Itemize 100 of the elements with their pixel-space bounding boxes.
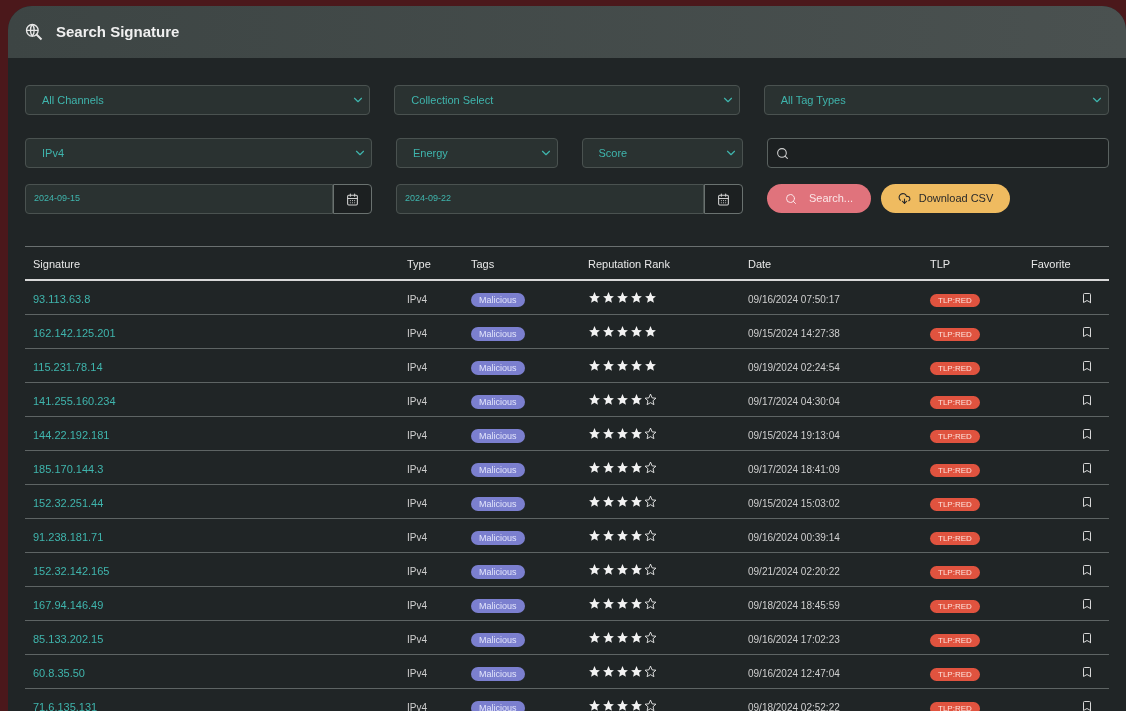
signature-link[interactable]: 71.6.135.131 <box>33 700 98 711</box>
bookmark-icon[interactable] <box>1081 461 1093 474</box>
filled-star-icon <box>630 359 643 372</box>
filled-star-icon <box>588 597 601 610</box>
bookmark-icon[interactable] <box>1081 291 1093 304</box>
signature-link[interactable]: 85.133.202.15 <box>33 632 104 645</box>
tlp-badge: TLP:RED <box>930 667 980 681</box>
date-cell: 09/15/2024 14:27:38 <box>748 327 840 339</box>
window-title: Search Signature <box>56 21 180 42</box>
bookmark-icon[interactable] <box>1081 393 1093 406</box>
tag-badge: Malicious <box>471 598 525 613</box>
bookmark-icon[interactable] <box>1081 495 1093 508</box>
tlp-badge: TLP:RED <box>930 327 980 341</box>
filled-star-icon <box>616 495 629 508</box>
filled-star-icon <box>602 597 615 610</box>
filled-star-icon <box>616 291 629 304</box>
dropdown-select[interactable]: Collection Select <box>394 85 740 115</box>
tag-badge: Malicious <box>471 632 525 647</box>
dropdown-select[interactable]: IPv4 <box>25 138 372 168</box>
filled-star-icon <box>616 631 629 644</box>
filled-star-icon <box>588 529 601 542</box>
filled-star-icon <box>602 631 615 644</box>
calendar-button[interactable] <box>704 184 743 214</box>
filled-star-icon <box>588 563 601 576</box>
tag-badge: Malicious <box>471 530 525 545</box>
filled-star-icon <box>602 461 615 474</box>
filled-star-icon <box>602 665 615 678</box>
filled-star-icon <box>588 393 601 406</box>
filled-star-icon <box>616 699 629 711</box>
signature-link[interactable]: 162.142.125.201 <box>33 326 116 339</box>
bookmark-icon[interactable] <box>1081 699 1093 711</box>
date-cell: 09/16/2024 17:02:23 <box>748 633 840 645</box>
signature-link[interactable]: 115.231.78.14 <box>33 360 103 373</box>
tag-badge: Malicious <box>471 666 525 681</box>
tlp-badge: TLP:RED <box>930 565 980 579</box>
filled-star-icon <box>616 427 629 440</box>
empty-star-icon <box>644 427 657 440</box>
filled-star-icon <box>602 427 615 440</box>
bookmark-icon[interactable] <box>1081 563 1093 576</box>
bookmark-icon[interactable] <box>1081 631 1093 644</box>
dropdown-select[interactable]: Score <box>581 138 743 168</box>
signature-link[interactable]: 152.32.251.44 <box>33 496 104 509</box>
date-field[interactable]: 2024-09-15 <box>25 184 333 214</box>
download-csv-button[interactable]: Download CSV <box>881 184 1010 213</box>
search-field[interactable] <box>767 138 1109 168</box>
filled-star-icon <box>630 699 643 711</box>
type-cell: IPv4 <box>407 429 427 441</box>
filled-star-icon <box>588 665 601 678</box>
filled-star-icon <box>630 597 643 610</box>
dropdown-select[interactable]: Energy <box>396 138 558 168</box>
type-cell: IPv4 <box>407 395 427 407</box>
dropdown-select[interactable]: All Channels <box>25 85 371 115</box>
filled-star-icon <box>602 529 615 542</box>
tlp-badge: TLP:RED <box>930 429 980 443</box>
tag-badge: Malicious <box>471 462 525 477</box>
signature-link[interactable]: 141.255.160.234 <box>33 394 116 407</box>
tag-badge: Malicious <box>471 394 525 409</box>
signature-link[interactable]: 91.238.181.71 <box>33 530 104 543</box>
signature-link[interactable]: 185.170.144.3 <box>33 462 104 475</box>
bookmark-icon[interactable] <box>1081 427 1093 440</box>
signature-link[interactable]: 152.32.142.165 <box>33 564 110 577</box>
filled-star-icon <box>630 563 643 576</box>
type-cell: IPv4 <box>407 327 427 339</box>
type-cell: IPv4 <box>407 633 427 645</box>
bookmark-icon[interactable] <box>1081 359 1093 372</box>
tag-badge: Malicious <box>471 496 525 511</box>
date-field[interactable]: 2024-09-22 <box>396 184 704 214</box>
type-cell: IPv4 <box>407 599 427 611</box>
signature-link[interactable]: 167.94.146.49 <box>33 598 104 611</box>
filled-star-icon <box>602 291 615 304</box>
filled-star-icon <box>630 325 643 338</box>
signature-link[interactable]: 60.8.35.50 <box>33 666 85 679</box>
empty-star-icon <box>644 495 657 508</box>
tlp-badge: TLP:RED <box>930 531 980 545</box>
empty-star-icon <box>644 461 657 474</box>
tag-badge: Malicious <box>471 292 525 307</box>
dropdown-select[interactable]: All Tag Types <box>763 85 1109 115</box>
bookmark-icon[interactable] <box>1081 665 1093 678</box>
bookmark-icon[interactable] <box>1081 325 1093 338</box>
signature-link[interactable]: 144.22.192.181 <box>33 428 110 441</box>
bookmark-icon[interactable] <box>1081 597 1093 610</box>
tlp-badge: TLP:RED <box>930 395 980 409</box>
filled-star-icon <box>588 461 601 474</box>
tag-badge: Malicious <box>471 326 525 341</box>
column-header: Signature <box>33 258 81 270</box>
calendar-icon <box>717 192 730 206</box>
tlp-badge: TLP:RED <box>930 463 980 477</box>
filled-star-icon <box>630 495 643 508</box>
tag-badge: Malicious <box>471 428 525 443</box>
filled-star-icon <box>588 699 601 711</box>
filled-star-icon <box>616 597 629 610</box>
bookmark-icon[interactable] <box>1081 529 1093 542</box>
signature-link[interactable]: 93.113.63.8 <box>33 292 91 305</box>
filled-star-icon <box>588 291 601 304</box>
type-cell: IPv4 <box>407 497 427 509</box>
date-cell: 09/17/2024 18:41:09 <box>748 463 840 475</box>
filled-star-icon <box>602 699 615 711</box>
calendar-button[interactable] <box>333 184 372 214</box>
filled-star-icon <box>602 495 615 508</box>
type-cell: IPv4 <box>407 463 427 475</box>
